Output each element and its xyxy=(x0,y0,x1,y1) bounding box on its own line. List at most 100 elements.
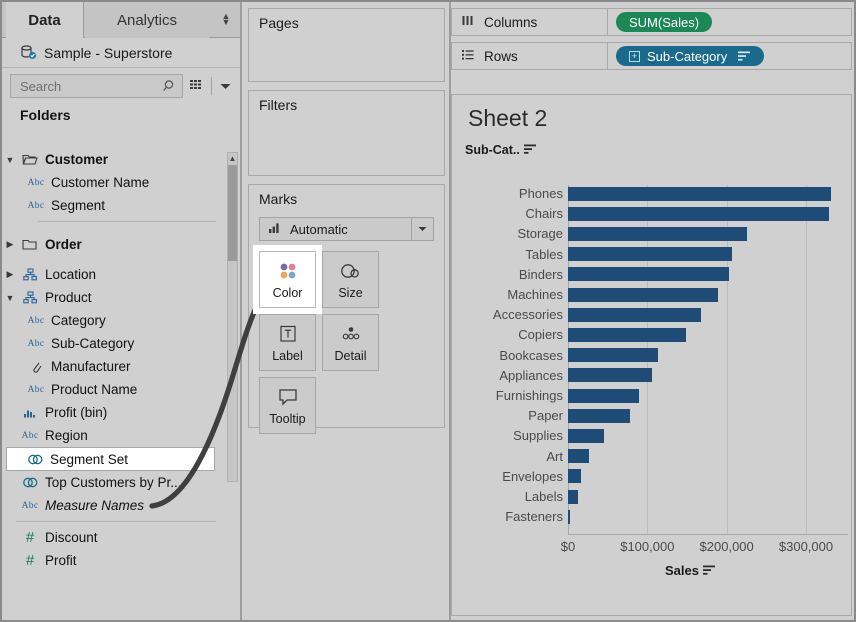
marks-detail-button[interactable]: Detail xyxy=(322,314,379,371)
marks-tooltip-button[interactable]: Tooltip xyxy=(259,377,316,434)
sidebar-item-segment[interactable]: Abc Segment xyxy=(2,194,230,217)
scroll-up-icon[interactable]: ▲ xyxy=(228,153,237,164)
bar-category-label[interactable]: Supplies xyxy=(463,429,563,443)
sidebar-item-product[interactable]: ▼ Product xyxy=(2,286,230,309)
sidebar-item-region[interactable]: Abc Region xyxy=(2,424,230,447)
scrollbar-thumb[interactable] xyxy=(228,165,237,261)
pages-shelf[interactable]: Pages xyxy=(248,8,445,82)
tab-updown-icon[interactable]: ▲ ▼ xyxy=(220,12,232,27)
sidebar-item-customer[interactable]: ▼ Customer xyxy=(2,148,230,171)
chevron-right-icon[interactable]: ▶ xyxy=(2,239,18,250)
bar-category-label[interactable]: Copiers xyxy=(463,328,563,342)
bar-category-label[interactable]: Chairs xyxy=(463,207,563,221)
chevron-down-icon[interactable]: ▼ xyxy=(2,293,18,303)
sort-descending-icon[interactable] xyxy=(523,143,537,157)
row-field-header[interactable]: Sub-Cat.. xyxy=(465,143,537,157)
grid-view-icon[interactable] xyxy=(189,78,205,94)
bar[interactable] xyxy=(568,469,581,484)
bar-chart[interactable]: Phones Chairs Storage Tables Binders Machines… xyxy=(452,157,853,617)
abc-icon: Abc xyxy=(27,338,45,349)
bar[interactable] xyxy=(568,267,730,282)
bar[interactable] xyxy=(568,509,571,524)
folder-icon xyxy=(18,238,42,251)
bar-category-label[interactable]: Binders xyxy=(463,267,563,282)
pages-title: Pages xyxy=(259,15,299,31)
sidebar-item-manufacturer[interactable]: Manufacturer xyxy=(2,355,230,378)
datasource-row[interactable]: Sample - Superstore xyxy=(2,38,240,68)
sidebar-item-top-customers[interactable]: Top Customers by Pr... xyxy=(2,471,230,494)
bar-category-label[interactable]: Art xyxy=(463,449,563,464)
sidebar-item-measure-names[interactable]: Abc Measure Names xyxy=(2,494,230,517)
rows-shelf[interactable]: Rows + Sub-Category xyxy=(451,42,852,70)
search-input[interactable] xyxy=(18,77,160,95)
sort-descending-icon[interactable] xyxy=(702,563,716,578)
tab-data[interactable]: Data xyxy=(6,2,84,38)
bar[interactable] xyxy=(568,307,702,322)
bar-category-label[interactable]: Fasteners xyxy=(463,510,563,524)
sidebar-item-profit-bin[interactable]: Profit (bin) xyxy=(2,401,230,424)
bar[interactable] xyxy=(568,186,831,201)
filters-title: Filters xyxy=(259,97,298,113)
bar-category-label[interactable]: Accessories xyxy=(463,308,563,322)
expand-hierarchy-icon[interactable]: + xyxy=(629,50,640,62)
marks-color-label: Color xyxy=(272,286,303,300)
marks-color-button[interactable]: Color xyxy=(253,245,322,314)
chevron-down-icon[interactable] xyxy=(411,218,433,240)
color-dots-icon xyxy=(276,259,300,283)
bar-category-label[interactable]: Machines xyxy=(463,288,563,302)
bar[interactable] xyxy=(568,489,578,504)
pill-sum-sales[interactable]: SUM(Sales) xyxy=(616,12,713,32)
sidebar-item-label: Profit xyxy=(45,553,77,568)
search-box[interactable] xyxy=(10,74,183,98)
tab-analytics[interactable]: Analytics xyxy=(85,2,209,38)
bar[interactable] xyxy=(568,226,747,241)
sidebar-item-product-name[interactable]: Abc Product Name xyxy=(2,378,230,401)
bar-category-label[interactable]: Tables xyxy=(463,247,563,262)
sort-descending-icon[interactable] xyxy=(738,49,751,64)
bar-category-label[interactable]: Paper xyxy=(463,409,563,423)
bar[interactable] xyxy=(568,287,718,302)
sidebar-item-segment-set[interactable]: Segment Set xyxy=(6,447,215,471)
set-icon xyxy=(18,476,42,489)
bar[interactable] xyxy=(568,449,589,464)
sidebar-item-location[interactable]: ▶ Location xyxy=(2,263,230,286)
marks-size-label: Size xyxy=(338,286,363,300)
chevron-right-icon[interactable]: ▶ xyxy=(2,269,18,280)
bar-category-label[interactable]: Envelopes xyxy=(463,469,563,484)
rows-text: Rows xyxy=(484,48,518,64)
sidebar-item-customer-name[interactable]: Abc Customer Name xyxy=(2,171,230,194)
bar[interactable] xyxy=(568,247,733,262)
mark-type-select[interactable]: Automatic xyxy=(259,217,434,241)
bar[interactable] xyxy=(568,388,640,403)
bar[interactable] xyxy=(568,408,630,423)
columns-shelf[interactable]: Columns SUM(Sales) xyxy=(451,8,852,36)
sidebar-scrollbar[interactable]: ▲ xyxy=(227,152,238,482)
chevron-down-icon[interactable] xyxy=(218,78,232,94)
bar-category-label[interactable]: Storage xyxy=(463,227,563,241)
bar-category-label[interactable]: Labels xyxy=(463,490,563,504)
bar[interactable] xyxy=(568,348,659,363)
bar-category-label[interactable]: Appliances xyxy=(463,368,563,383)
bar-category-label[interactable]: Bookcases xyxy=(463,348,563,363)
bar[interactable] xyxy=(568,327,687,342)
bar[interactable] xyxy=(568,428,605,443)
filters-shelf[interactable]: Filters xyxy=(248,90,445,176)
bar-category-label[interactable]: Furnishings xyxy=(463,389,563,403)
sidebar-item-order[interactable]: ▶ Order xyxy=(2,233,230,256)
sidebar-item-profit[interactable]: # Profit xyxy=(2,549,230,572)
sidebar-item-sub-category[interactable]: Abc Sub-Category xyxy=(2,332,230,355)
sidebar-item-category[interactable]: Abc Category xyxy=(2,309,230,332)
worksheet-canvas[interactable]: Sheet 2 Sub-Cat.. Phones Chairs Storage Tab… xyxy=(451,94,852,616)
sidebar-item-discount[interactable]: # Discount xyxy=(2,526,230,549)
pill-sub-category[interactable]: + Sub-Category xyxy=(616,46,765,66)
bar[interactable] xyxy=(568,206,829,221)
set-icon xyxy=(23,453,47,466)
marks-size-button[interactable]: Size xyxy=(322,251,379,308)
bar-category-label[interactable]: Phones xyxy=(463,187,563,201)
marks-label-button[interactable]: Label xyxy=(259,314,316,371)
bar[interactable] xyxy=(568,368,653,383)
chevron-down-icon[interactable]: ▼ xyxy=(2,155,18,165)
tooltip-icon xyxy=(276,385,300,409)
number-icon: # xyxy=(25,552,35,569)
x-axis-title[interactable]: Sales xyxy=(665,563,716,578)
